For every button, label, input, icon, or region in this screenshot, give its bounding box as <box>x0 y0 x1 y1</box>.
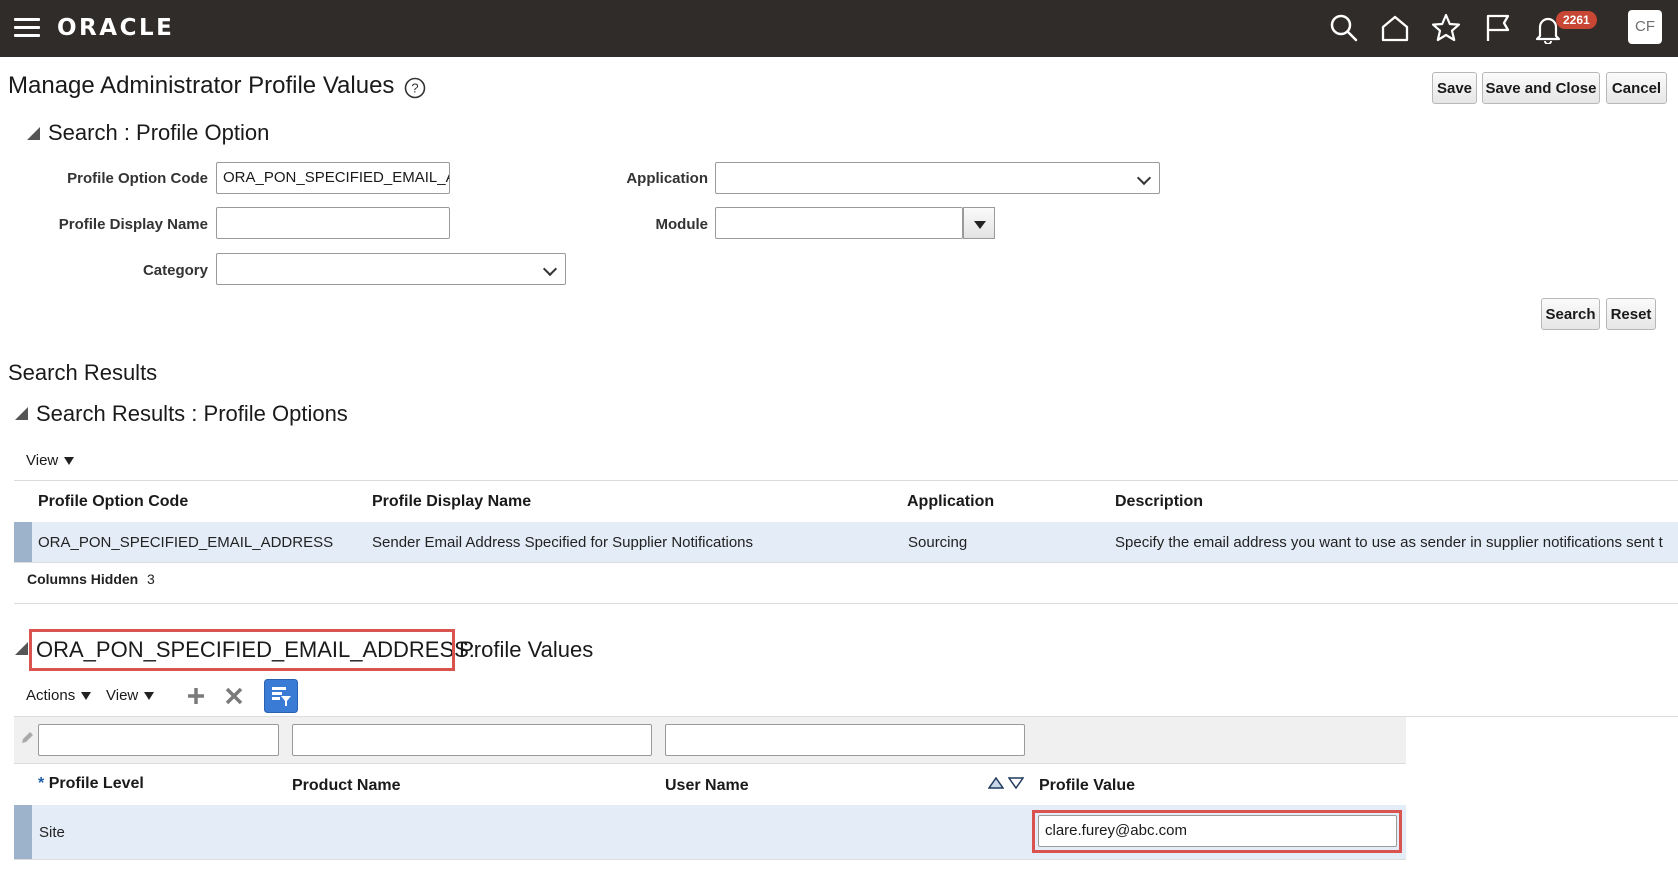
col-header-user-name[interactable]: User Name <box>665 777 749 795</box>
col-header-application[interactable]: Application <box>907 493 994 511</box>
delete-icon[interactable] <box>224 686 244 706</box>
category-label: Category <box>142 262 208 279</box>
row-selector[interactable] <box>14 805 32 859</box>
cell-application: Sourcing <box>908 534 968 551</box>
caret-down-icon <box>64 457 75 466</box>
page-title: Manage Administrator Profile Values <box>8 72 395 99</box>
sort-ascending-icon[interactable] <box>988 777 1004 789</box>
top-navigation-bar: ORACLE 2261 CF <box>0 0 1678 57</box>
application-label: Application <box>626 170 708 187</box>
divider <box>14 603 1678 604</box>
save-button[interactable]: Save <box>1432 72 1477 104</box>
col-header-product-name[interactable]: Product Name <box>292 777 400 795</box>
cell-description: Specify the email address you want to us… <box>1115 534 1663 551</box>
module-dropdown-button[interactable] <box>963 207 995 239</box>
results-view-menu[interactable]: View <box>26 452 75 469</box>
search-results-heading: Search Results <box>8 360 158 385</box>
profile-values-title-suffix: Profile Values <box>453 637 594 662</box>
profile-level-label: Profile Level <box>48 775 144 792</box>
cell-profile-display-name: Sender Email Address Specified for Suppl… <box>372 534 754 551</box>
chevron-down-icon <box>542 261 558 277</box>
profile-display-name-label: Profile Display Name <box>58 216 208 233</box>
caret-down-icon <box>144 692 155 701</box>
col-header-profile-display-name[interactable]: Profile Display Name <box>372 493 531 511</box>
profile-display-name-input[interactable] <box>216 207 450 239</box>
actions-menu[interactable]: Actions <box>26 687 92 704</box>
help-icon[interactable]: ? <box>404 77 426 99</box>
star-icon[interactable] <box>1430 12 1462 44</box>
module-input[interactable] <box>715 207 963 239</box>
profile-option-code-input[interactable]: ORA_PON_SPECIFIED_EMAIL_AD <box>216 162 450 194</box>
collapse-search-icon[interactable] <box>27 127 40 140</box>
category-select[interactable] <box>216 253 566 285</box>
profile-option-code-label: Profile Option Code <box>67 170 208 187</box>
home-icon[interactable] <box>1379 12 1411 44</box>
filter-profile-level-input[interactable] <box>38 724 279 756</box>
profile-values-view-menu[interactable]: View <box>106 687 155 704</box>
user-avatar[interactable]: CF <box>1628 10 1662 44</box>
results-section-title: Search Results : Profile Options <box>36 401 348 426</box>
filter-user-name-input[interactable] <box>665 724 1025 756</box>
view-label: View <box>106 687 139 704</box>
query-by-example-icon[interactable] <box>264 679 298 713</box>
search-section-title: Search : Profile Option <box>48 120 270 145</box>
sort-descending-icon[interactable] <box>1008 777 1024 789</box>
reset-button[interactable]: Reset <box>1606 298 1656 330</box>
oracle-logo[interactable]: ORACLE <box>57 15 174 41</box>
svg-text:?: ? <box>411 81 418 96</box>
edit-icon <box>22 732 33 743</box>
col-header-profile-level[interactable]: * Profile Level <box>38 775 144 793</box>
collapse-results-icon[interactable] <box>15 407 28 420</box>
columns-hidden-count[interactable]: 3 <box>147 571 155 587</box>
cell-profile-level: Site <box>39 824 65 841</box>
chevron-down-icon <box>1136 170 1152 186</box>
highlight-box <box>29 629 455 671</box>
collapse-profile-values-icon[interactable] <box>15 642 28 655</box>
required-marker: * <box>38 775 45 792</box>
col-header-profile-value[interactable]: Profile Value <box>1039 777 1135 795</box>
menu-icon[interactable] <box>14 18 40 38</box>
module-label: Module <box>655 216 709 233</box>
divider <box>14 859 1406 860</box>
view-label: View <box>26 452 59 469</box>
highlight-box <box>1032 810 1402 853</box>
divider <box>14 480 1678 481</box>
filter-product-name-input[interactable] <box>292 724 652 756</box>
columns-hidden-label: Columns Hidden <box>27 571 139 587</box>
caret-down-icon <box>81 692 92 701</box>
divider <box>14 763 1406 764</box>
actions-label: Actions <box>26 687 76 704</box>
save-and-close-button[interactable]: Save and Close <box>1482 72 1600 104</box>
flag-icon[interactable] <box>1482 12 1514 44</box>
notifications-badge[interactable]: 2261 <box>1556 11 1597 29</box>
cancel-button[interactable]: Cancel <box>1606 72 1667 104</box>
divider <box>14 562 1678 563</box>
search-icon[interactable] <box>1328 12 1360 44</box>
col-header-profile-option-code[interactable]: Profile Option Code <box>38 493 188 511</box>
search-button[interactable]: Search <box>1541 298 1600 330</box>
application-select[interactable] <box>715 162 1160 194</box>
cell-profile-option-code: ORA_PON_SPECIFIED_EMAIL_ADDRESS <box>38 534 334 551</box>
add-icon[interactable] <box>186 686 206 706</box>
col-header-description[interactable]: Description <box>1115 493 1203 511</box>
row-selector[interactable] <box>14 522 32 562</box>
